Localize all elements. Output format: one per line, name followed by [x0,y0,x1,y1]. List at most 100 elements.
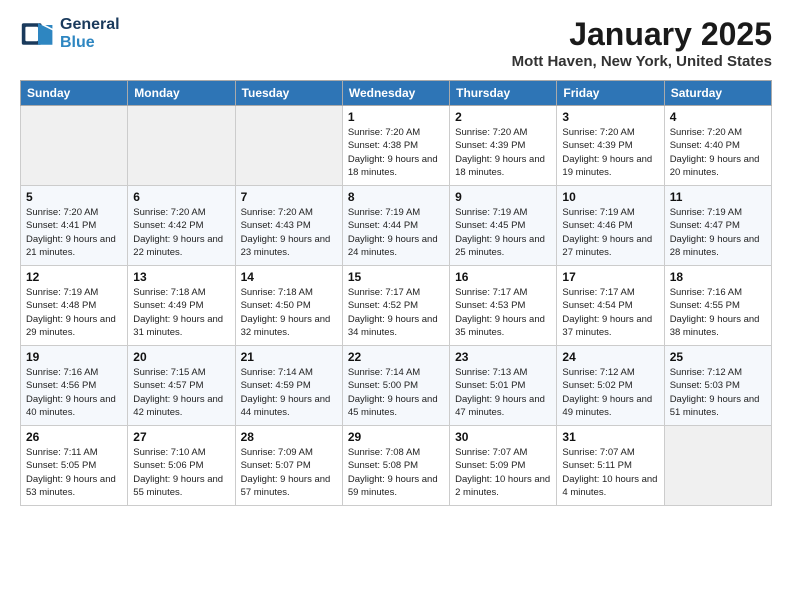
day-info: Sunrise: 7:19 AMSunset: 4:46 PMDaylight:… [562,206,658,259]
calendar-cell: 4 Sunrise: 7:20 AMSunset: 4:40 PMDaylight… [664,106,771,186]
day-header-friday: Friday [557,81,664,106]
calendar-cell: 22 Sunrise: 7:14 AMSunset: 5:00 PMDayligh… [342,346,449,426]
day-number: 24 [562,350,658,364]
day-number: 12 [26,270,122,284]
day-info: Sunrise: 7:17 AMSunset: 4:52 PMDaylight:… [348,286,444,339]
day-info: Sunrise: 7:20 AMSunset: 4:43 PMDaylight:… [241,206,337,259]
day-info: Sunrise: 7:16 AMSunset: 4:56 PMDaylight:… [26,366,122,419]
day-number: 28 [241,430,337,444]
day-info: Sunrise: 7:14 AMSunset: 5:00 PMDaylight:… [348,366,444,419]
logo-line1: General [60,16,120,34]
calendar-cell: 6Sunrise: 7:20 AMSunset: 4:42 PMDaylight… [128,186,235,266]
day-info: Sunrise: 7:20 AMSunset: 4:39 PMDaylight:… [562,126,658,179]
calendar-cell: 1 Sunrise: 7:20 AMSunset: 4:38 PMDaylight… [342,106,449,186]
day-info: Sunrise: 7:17 AMSunset: 4:54 PMDaylight:… [562,286,658,339]
calendar-cell: 16 Sunrise: 7:17 AMSunset: 4:53 PMDayligh… [450,266,557,346]
calendar-cell: 21 Sunrise: 7:14 AMSunset: 4:59 PMDayligh… [235,346,342,426]
day-number: 14 [241,270,337,284]
day-number: 20 [133,350,229,364]
calendar-cell: 29 Sunrise: 7:08 AMSunset: 5:08 PMDayligh… [342,426,449,506]
calendar-cell: 11Sunrise: 7:19 AMSunset: 4:47 PMDayligh… [664,186,771,266]
day-number: 19 [26,350,122,364]
day-info: Sunrise: 7:20 AMSunset: 4:40 PMDaylight:… [670,126,766,179]
day-header-sunday: Sunday [21,81,128,106]
calendar-cell: 24 Sunrise: 7:12 AMSunset: 5:02 PMDayligh… [557,346,664,426]
calendar-cell: 30Sunrise: 7:07 AMSunset: 5:09 PMDayligh… [450,426,557,506]
day-number: 2 [455,110,551,124]
calendar-cell: 27Sunrise: 7:10 AMSunset: 5:06 PMDayligh… [128,426,235,506]
calendar-cell: 25 Sunrise: 7:12 AMSunset: 5:03 PMDayligh… [664,346,771,426]
day-number: 16 [455,270,551,284]
location-title: Mott Haven, New York, United States [512,53,772,70]
calendar-cell [235,106,342,186]
day-info: Sunrise: 7:09 AMSunset: 5:07 PMDaylight:… [241,446,337,499]
logo-line2: Blue [60,34,120,52]
calendar-cell: 9Sunrise: 7:19 AMSunset: 4:45 PMDaylight… [450,186,557,266]
day-info: Sunrise: 7:16 AMSunset: 4:55 PMDaylight:… [670,286,766,339]
week-row-2: 5 Sunrise: 7:20 AMSunset: 4:41 PMDaylight… [21,186,772,266]
day-number: 3 [562,110,658,124]
day-number: 22 [348,350,444,364]
calendar-cell: 14 Sunrise: 7:18 AMSunset: 4:50 PMDayligh… [235,266,342,346]
day-number: 17 [562,270,658,284]
day-number: 31 [562,430,658,444]
calendar-cell [664,426,771,506]
month-title: January 2025 [512,16,772,53]
day-info: Sunrise: 7:18 AMSunset: 4:50 PMDaylight:… [241,286,337,339]
day-info: Sunrise: 7:08 AMSunset: 5:08 PMDaylight:… [348,446,444,499]
logo: General Blue [20,16,120,52]
page: General Blue January 2025 Mott Haven, Ne… [0,0,792,612]
day-info: Sunrise: 7:11 AMSunset: 5:05 PMDaylight:… [26,446,122,499]
day-header-saturday: Saturday [664,81,771,106]
day-info: Sunrise: 7:20 AMSunset: 4:41 PMDaylight:… [26,206,122,259]
day-number: 27 [133,430,229,444]
calendar-cell: 13 Sunrise: 7:18 AMSunset: 4:49 PMDayligh… [128,266,235,346]
week-row-4: 19 Sunrise: 7:16 AMSunset: 4:56 PMDayligh… [21,346,772,426]
calendar-header-row: SundayMondayTuesdayWednesdayThursdayFrid… [21,81,772,106]
calendar-cell: 3 Sunrise: 7:20 AMSunset: 4:39 PMDaylight… [557,106,664,186]
day-info: Sunrise: 7:12 AMSunset: 5:03 PMDaylight:… [670,366,766,419]
calendar-cell: 28 Sunrise: 7:09 AMSunset: 5:07 PMDayligh… [235,426,342,506]
calendar-cell: 26 Sunrise: 7:11 AMSunset: 5:05 PMDayligh… [21,426,128,506]
day-info: Sunrise: 7:15 AMSunset: 4:57 PMDaylight:… [133,366,229,419]
calendar-cell: 23 Sunrise: 7:13 AMSunset: 5:01 PMDayligh… [450,346,557,426]
day-number: 13 [133,270,229,284]
week-row-1: 1 Sunrise: 7:20 AMSunset: 4:38 PMDaylight… [21,106,772,186]
day-number: 4 [670,110,766,124]
day-info: Sunrise: 7:18 AMSunset: 4:49 PMDaylight:… [133,286,229,339]
day-number: 6 [133,190,229,204]
day-info: Sunrise: 7:13 AMSunset: 5:01 PMDaylight:… [455,366,551,419]
day-info: Sunrise: 7:17 AMSunset: 4:53 PMDaylight:… [455,286,551,339]
day-info: Sunrise: 7:20 AMSunset: 4:38 PMDaylight:… [348,126,444,179]
calendar-cell [128,106,235,186]
calendar-cell: 31Sunrise: 7:07 AMSunset: 5:11 PMDayligh… [557,426,664,506]
calendar-cell: 5 Sunrise: 7:20 AMSunset: 4:41 PMDaylight… [21,186,128,266]
day-number: 18 [670,270,766,284]
header: General Blue January 2025 Mott Haven, Ne… [20,16,772,70]
day-number: 25 [670,350,766,364]
day-info: Sunrise: 7:12 AMSunset: 5:02 PMDaylight:… [562,366,658,419]
logo-icon [20,16,56,52]
day-info: Sunrise: 7:14 AMSunset: 4:59 PMDaylight:… [241,366,337,419]
calendar-cell: 17 Sunrise: 7:17 AMSunset: 4:54 PMDayligh… [557,266,664,346]
calendar-cell: 19 Sunrise: 7:16 AMSunset: 4:56 PMDayligh… [21,346,128,426]
calendar-cell: 20 Sunrise: 7:15 AMSunset: 4:57 PMDayligh… [128,346,235,426]
calendar-cell: 8 Sunrise: 7:19 AMSunset: 4:44 PMDaylight… [342,186,449,266]
day-number: 5 [26,190,122,204]
day-number: 26 [26,430,122,444]
calendar-cell: 18 Sunrise: 7:16 AMSunset: 4:55 PMDayligh… [664,266,771,346]
day-number: 9 [455,190,551,204]
day-number: 21 [241,350,337,364]
calendar-cell: 7Sunrise: 7:20 AMSunset: 4:43 PMDaylight… [235,186,342,266]
day-info: Sunrise: 7:19 AMSunset: 4:44 PMDaylight:… [348,206,444,259]
day-number: 29 [348,430,444,444]
day-header-wednesday: Wednesday [342,81,449,106]
day-number: 23 [455,350,551,364]
day-number: 1 [348,110,444,124]
calendar-cell [21,106,128,186]
calendar-table: SundayMondayTuesdayWednesdayThursdayFrid… [20,80,772,506]
day-number: 11 [670,190,766,204]
calendar-cell: 2Sunrise: 7:20 AMSunset: 4:39 PMDaylight… [450,106,557,186]
day-number: 8 [348,190,444,204]
day-number: 15 [348,270,444,284]
